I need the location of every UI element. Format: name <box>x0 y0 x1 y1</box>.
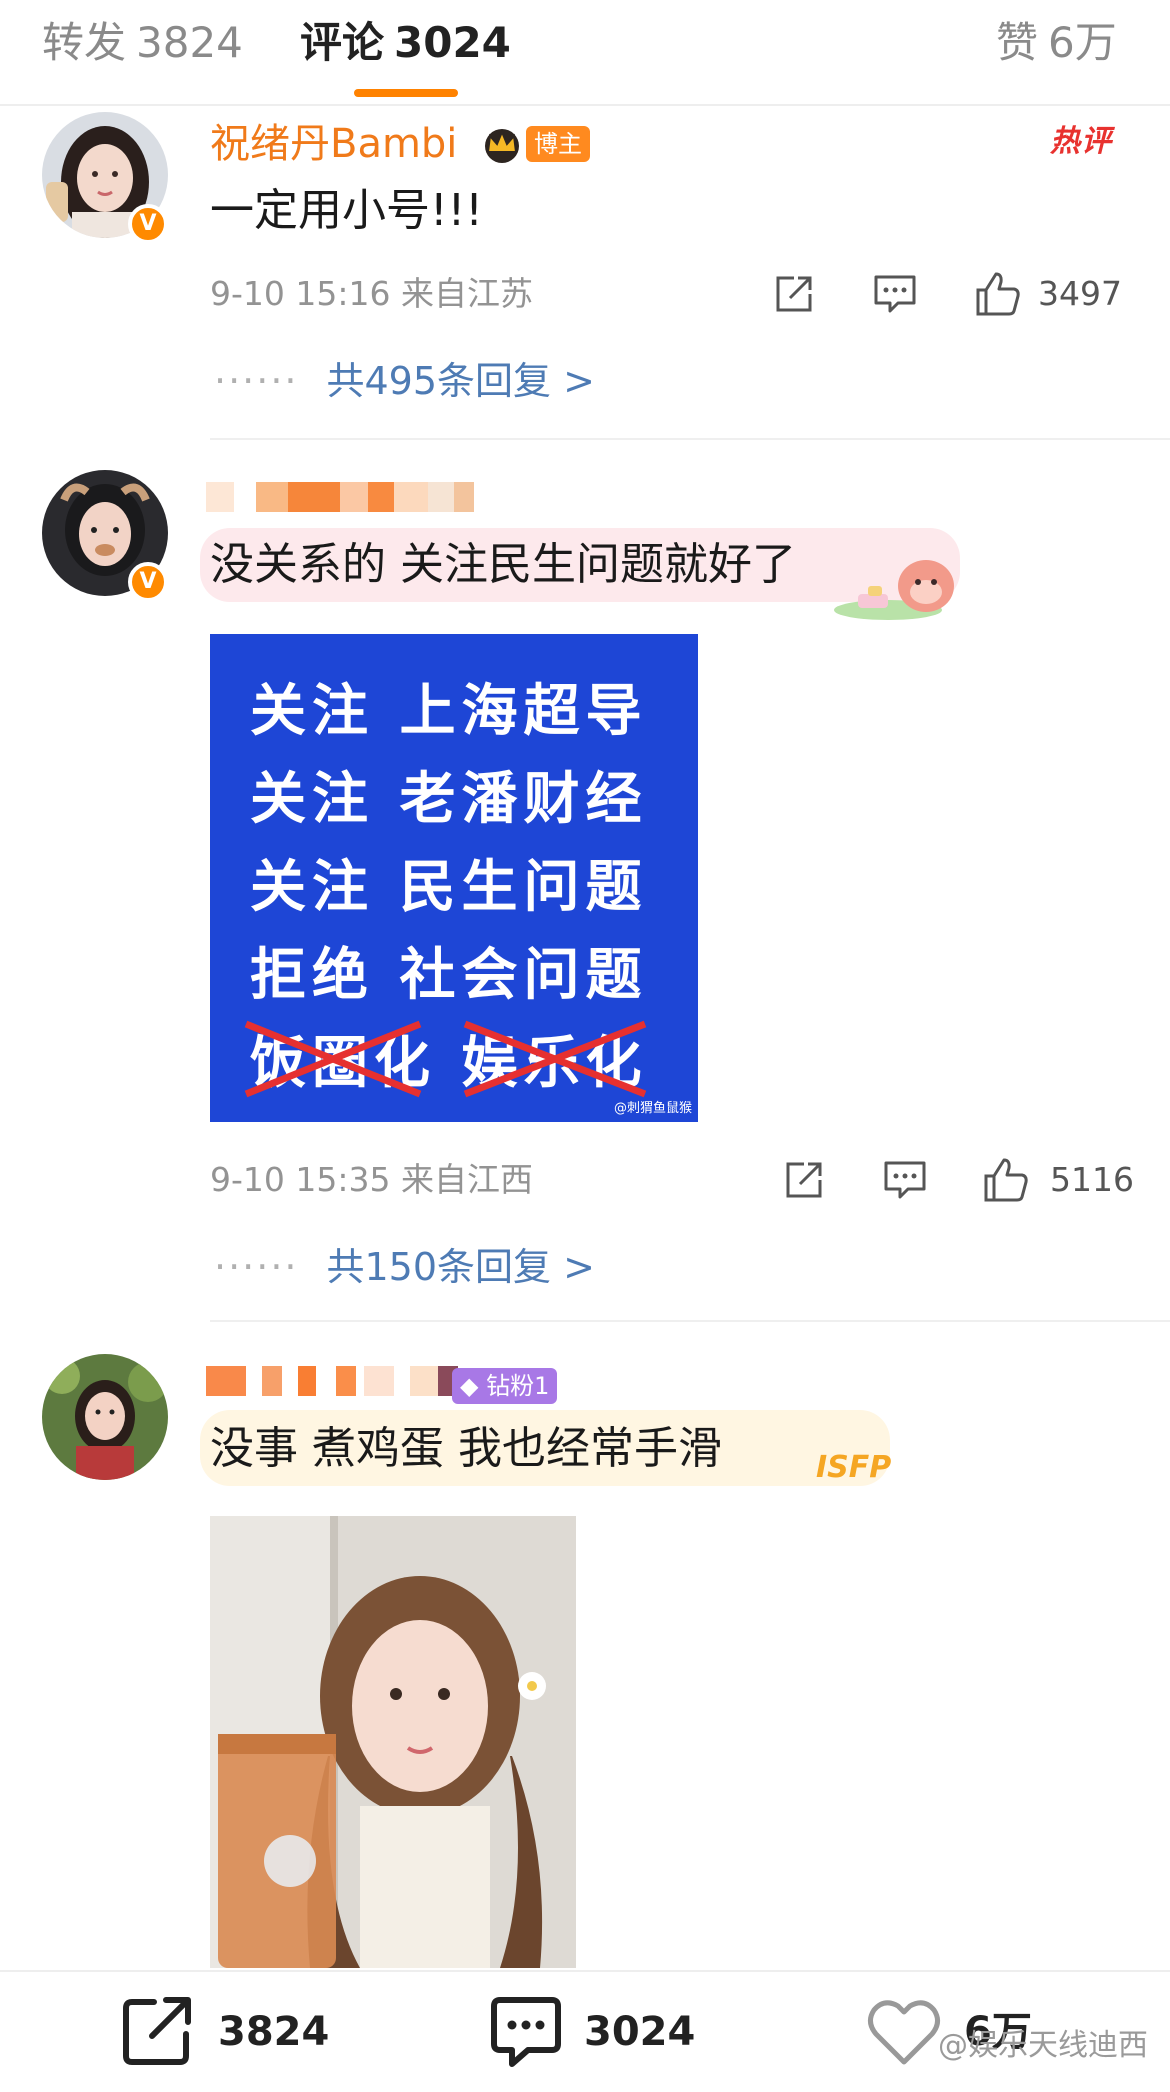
diamond-icon: ◆ <box>460 1372 479 1400</box>
username[interactable]: 祝绪丹Bambi <box>210 118 457 170</box>
replies-label: 共150条回复 > <box>326 1245 595 1289</box>
tab-likes[interactable]: 赞 6万 <box>996 16 1117 70</box>
share-icon <box>123 1997 191 2065</box>
tab-likes-label: 赞 <box>996 18 1039 67</box>
comment-text: 一定用小号!!! <box>210 185 483 236</box>
comment-image[interactable]: 关注 上海超导 关注 老潘财经 关注 民生问题 拒绝 社会问题 饭圈化 娱乐化 … <box>210 634 698 1122</box>
tab-likes-count: 6万 <box>1048 18 1117 67</box>
image-watermark: @刺猬鱼鼠猴 <box>613 1101 692 1116</box>
like-count: 3497 <box>1038 274 1122 313</box>
share-icon[interactable] <box>772 272 816 316</box>
blurred-username <box>206 482 486 518</box>
comment-icon[interactable] <box>872 272 918 316</box>
replies-label: 共495条回复 > <box>326 359 595 403</box>
share-icon[interactable] <box>782 1158 826 1202</box>
comment-image[interactable] <box>210 1516 576 1968</box>
comment-time: 9-10 15:35 <box>210 1160 391 1199</box>
heart-icon <box>868 2000 940 2065</box>
replies-dots: ······ <box>214 1245 299 1289</box>
comment-meta: 9-10 15:35 来自江西 <box>210 1158 533 1202</box>
fan-badge-label: 钻粉1 <box>486 1372 550 1400</box>
comment-text: 没事 煮鸡蛋 我也经常手滑 <box>210 1423 722 1474</box>
comment-location: 来自江西 <box>401 1160 533 1199</box>
fan-badge: ◆ 钻粉1 <box>452 1368 558 1404</box>
like-count: 5116 <box>1050 1160 1134 1199</box>
comment-count: 3024 <box>584 2009 696 2055</box>
role-tag: 博主 <box>526 126 590 162</box>
comment-location: 来自江苏 <box>401 274 533 313</box>
mbti-tag: ISFP <box>816 1450 892 1485</box>
account-watermark: @娱乐天线迪西 <box>938 2028 1148 2063</box>
comment-button[interactable]: 3024 <box>486 1992 726 2072</box>
comment-item: ◆ 钻粉1 ISFP 没事 煮鸡蛋 我也经常手滑 <box>0 1322 1170 1970</box>
comment-icon[interactable] <box>882 1158 928 1202</box>
like-icon[interactable] <box>974 270 1022 318</box>
beaver-sticker-icon <box>834 560 954 620</box>
repost-count: 3824 <box>218 2009 330 2055</box>
strikethrough-cross-icon <box>244 1020 647 1098</box>
tab-reposts-count: 3824 <box>136 18 243 67</box>
tab-reposts[interactable]: 转发 3824 <box>42 16 243 70</box>
comment-text: 没关系的 关注民生问题就好了 <box>210 539 796 590</box>
avatar-image <box>42 1354 168 1480</box>
photo-image <box>210 1516 576 1968</box>
tab-comments[interactable]: 评论 3024 <box>300 16 511 70</box>
comment-icon <box>491 1997 561 2067</box>
crown-icon <box>485 129 519 163</box>
view-replies-link[interactable]: ······ 共150条回复 > <box>214 1242 595 1292</box>
tab-reposts-label: 转发 <box>42 18 127 67</box>
comment-time: 9-10 15:16 <box>210 274 391 313</box>
comment-tab-bar: 转发 3824 评论 3024 赞 6万 <box>0 0 1170 106</box>
comment-item: V 没关系的 关注民生问题就好了 关注 上海超导 关注 老潘财经 关注 民生问题… <box>0 440 1170 1320</box>
repost-button[interactable]: 3824 <box>120 1992 360 2072</box>
like-icon[interactable] <box>982 1156 1030 1204</box>
comment-item: V 祝绪丹Bambi 博主 热评 一定用小号!!! 9-10 15:16 来自江… <box>0 106 1170 440</box>
avatar[interactable] <box>42 1354 168 1480</box>
view-replies-link[interactable]: ······ 共495条回复 > <box>214 356 595 406</box>
tab-comments-count: 3024 <box>394 18 511 67</box>
comment-meta: 9-10 15:16 来自江苏 <box>210 272 533 316</box>
active-tab-indicator <box>354 89 458 97</box>
replies-dots: ······ <box>214 359 299 403</box>
verified-icon: V <box>128 562 168 602</box>
verified-icon: V <box>128 204 168 244</box>
hot-comment-tag: 热评 <box>1050 124 1112 159</box>
tab-comments-label: 评论 <box>300 18 385 67</box>
bottom-action-bar: 3824 3024 6万 @娱乐天线迪西 <box>0 1970 1170 2092</box>
